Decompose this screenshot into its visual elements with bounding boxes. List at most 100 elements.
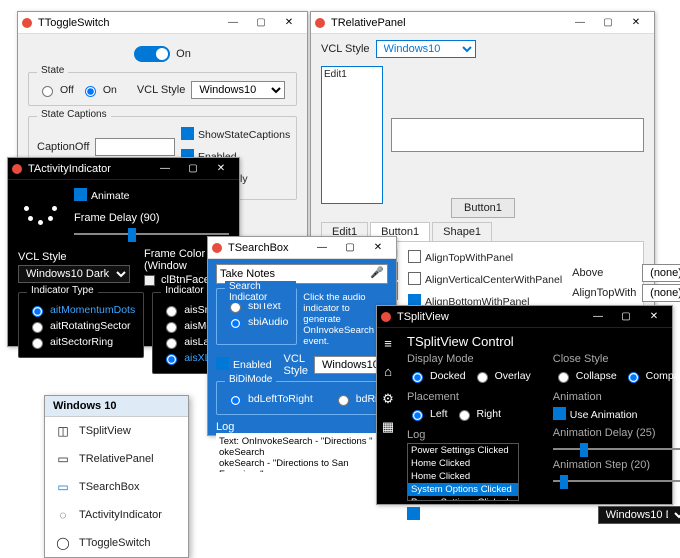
titlebar[interactable]: TToggleSwitch — ▢ ✕: [18, 12, 307, 34]
window-searchbox: TSearchBox — ▢ ✕ 🎤 Search Indicator sbiT…: [207, 236, 397, 436]
tab-shape1[interactable]: Shape1: [432, 222, 492, 241]
group-state: State: [37, 65, 68, 76]
label-closestyle: Close Style: [553, 353, 680, 365]
popup-menu: Windows 10 ◫TSplitView ▭TRelativePanel ▭…: [44, 395, 189, 558]
input-caption-off[interactable]: [95, 138, 175, 156]
radio-docked[interactable]: Docked: [407, 369, 466, 383]
cb-useanimation[interactable]: Use Animation: [553, 407, 680, 423]
searchbox-icon: ▭: [55, 479, 71, 495]
relativepanel-icon: ▭: [55, 451, 71, 467]
vclstyle-select[interactable]: Windows10 Dark: [598, 506, 680, 524]
group-search-indicator: Search Indicator: [225, 281, 296, 303]
close-button[interactable]: ✕: [364, 237, 392, 259]
menu-item-relativepanel[interactable]: ▭TRelativePanel: [45, 445, 188, 473]
maximize-button[interactable]: ▢: [594, 12, 622, 34]
window-title: TToggleSwitch: [38, 17, 219, 29]
radio-off[interactable]: Off: [37, 83, 74, 97]
compact-sidebar: ≡ ⌂ ⚙ ▦: [377, 328, 399, 504]
radio-left[interactable]: Left: [407, 407, 448, 421]
menu-item-activityindicator[interactable]: ◌TActivityIndicator: [45, 501, 188, 529]
maximize-button[interactable]: ▢: [612, 306, 640, 328]
label-animation: Animation: [553, 391, 680, 403]
activity-indicator-icon: [18, 186, 58, 226]
menu-item-splitview[interactable]: ◫TSplitView: [45, 417, 188, 445]
minimize-button[interactable]: —: [151, 158, 179, 180]
window-splitview: TSplitView — ▢ ✕ ≡ ⌂ ⚙ ▦ TSplitView Cont…: [376, 305, 673, 505]
log-box[interactable]: Text: OnInvokeSearch - "Directions " oke…: [216, 433, 388, 473]
frame-delay-label: Frame Delay (90): [74, 212, 229, 224]
window-title: TActivityIndicator: [28, 163, 151, 175]
vclstyle-label: VCL Style: [284, 353, 308, 377]
titlebar[interactable]: TActivityIndicator — ▢ ✕: [8, 158, 239, 180]
window-activityindicator: TActivityIndicator — ▢ ✕ Animate Frame D…: [7, 157, 240, 347]
radio-overlay[interactable]: Overlay: [472, 369, 531, 383]
cb-aligntop[interactable]: AlignTopWithPanel: [408, 250, 562, 266]
menu-item-searchbox[interactable]: ▭TSearchBox: [45, 473, 188, 501]
select-aligntopwith[interactable]: (none): [642, 284, 680, 302]
vclstyle-select[interactable]: Windows10: [376, 40, 476, 58]
minimize-button[interactable]: —: [219, 12, 247, 34]
radio-momentumdots[interactable]: aitMomentumDots: [27, 303, 135, 317]
close-button[interactable]: ✕: [275, 12, 303, 34]
maximize-button[interactable]: ▢: [336, 237, 364, 259]
radio-sectorring[interactable]: aitSectorRing: [27, 335, 135, 349]
vclstyle-select[interactable]: Windows10: [191, 81, 285, 99]
app-icon: [12, 164, 22, 174]
maximize-button[interactable]: ▢: [247, 12, 275, 34]
calendar-icon[interactable]: ▦: [377, 416, 399, 438]
log-line: okeSearch: [219, 447, 385, 458]
log-list[interactable]: Power Settings Clicked Home Clicked Home…: [407, 443, 519, 501]
log-label: Log: [216, 421, 234, 433]
window-title: TSearchBox: [228, 242, 308, 254]
app-icon: [381, 312, 391, 322]
color-swatch: [144, 275, 155, 286]
minimize-button[interactable]: —: [566, 12, 594, 34]
audio-icon[interactable]: 🎤: [370, 266, 384, 279]
radio-compact[interactable]: Compact: [623, 369, 680, 383]
frame-delay-slider[interactable]: [74, 226, 229, 242]
cb-closeonmenu[interactable]: Close on Menu Click: [407, 507, 520, 523]
menu-item-toggleswitch[interactable]: ◯TToggleSwitch: [45, 529, 188, 557]
animdelay-slider[interactable]: [553, 441, 680, 457]
log-item: Home Clicked: [408, 470, 518, 483]
titlebar[interactable]: TSplitView — ▢ ✕: [377, 306, 672, 328]
edit1-box[interactable]: Edit1: [321, 66, 383, 204]
cb-showstatecaptions[interactable]: ShowStateCaptions: [181, 127, 290, 143]
menu-title: Windows 10: [45, 396, 188, 417]
close-button[interactable]: ✕: [640, 306, 668, 328]
log-item: Power Settings Clicked: [408, 496, 518, 501]
minimize-button[interactable]: —: [308, 237, 336, 259]
log-item: System Options Clicked: [408, 483, 518, 496]
shape-box: [391, 118, 644, 152]
animstep-slider[interactable]: [553, 473, 680, 489]
gear-icon[interactable]: ⚙: [377, 388, 399, 410]
vclstyle-select[interactable]: Windows10 Dark: [18, 265, 130, 283]
radio-sbiaudio[interactable]: sbiAudio: [225, 315, 288, 329]
toggle-switch[interactable]: [134, 46, 170, 62]
titlebar[interactable]: TRelativePanel — ▢ ✕: [311, 12, 654, 34]
heading: TSplitView Control: [407, 334, 680, 349]
radio-right[interactable]: Right: [454, 407, 502, 421]
vclstyle-label: VCL Style: [543, 509, 592, 521]
radio-collapse[interactable]: Collapse: [553, 369, 617, 383]
button1[interactable]: Button1: [451, 198, 515, 218]
maximize-button[interactable]: ▢: [179, 158, 207, 180]
radio-rotatingsector[interactable]: aitRotatingSector: [27, 319, 135, 333]
select-above[interactable]: (none): [642, 264, 680, 282]
cb-alignvc[interactable]: AlignVerticalCenterWithPanel: [408, 272, 562, 288]
vclstyle-label: VCL Style: [18, 251, 130, 263]
minimize-button[interactable]: —: [584, 306, 612, 328]
titlebar[interactable]: TSearchBox — ▢ ✕: [208, 237, 396, 259]
radio-ltr[interactable]: bdLeftToRight: [225, 392, 313, 406]
close-button[interactable]: ✕: [622, 12, 650, 34]
app-icon: [22, 18, 32, 28]
label-log: Log: [407, 429, 531, 441]
app-icon: [212, 243, 222, 253]
cb-animate[interactable]: Animate: [74, 188, 229, 204]
home-icon[interactable]: ⌂: [377, 360, 399, 382]
cb-enabled[interactable]: Enabled: [216, 357, 272, 373]
hamburger-icon[interactable]: ≡: [377, 332, 399, 354]
close-button[interactable]: ✕: [207, 158, 235, 180]
radio-on[interactable]: On: [80, 83, 117, 97]
log-line: okeSearch - "Directions to San Francisco…: [219, 458, 385, 473]
